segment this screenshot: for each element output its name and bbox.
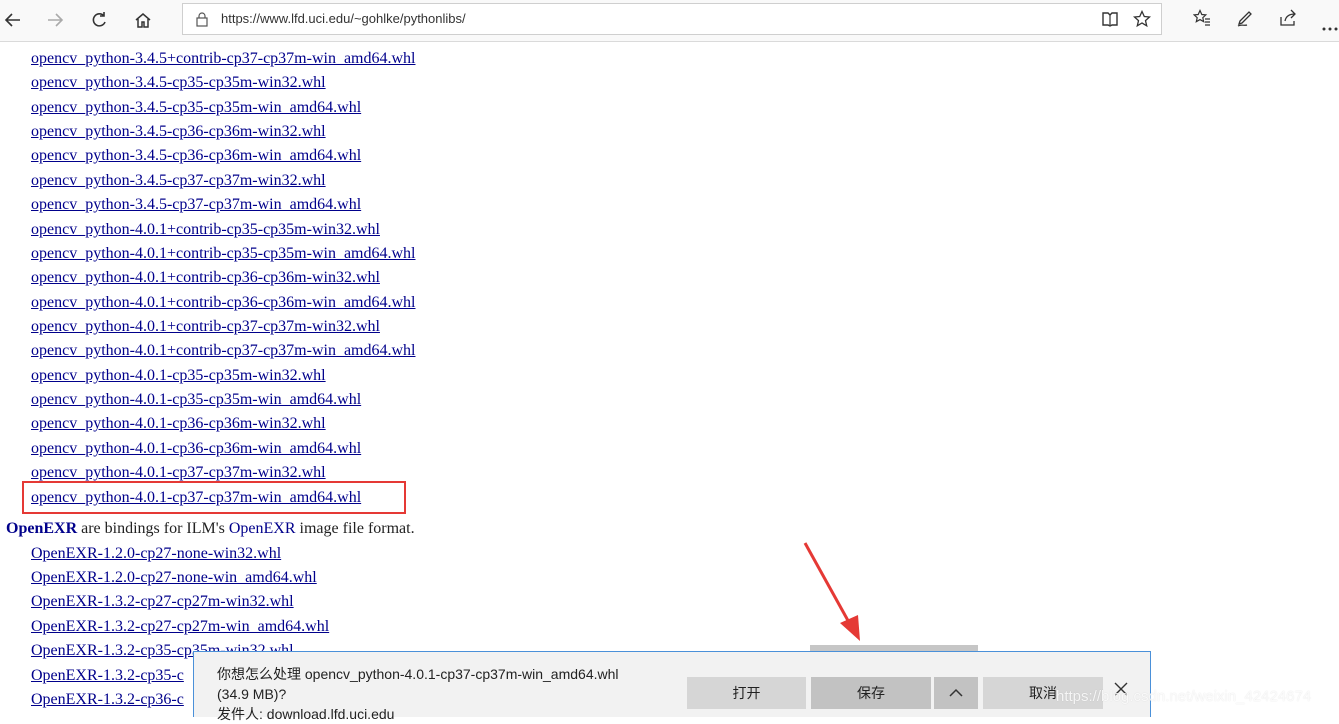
list-item[interactable]: opencv_python-4.0.1+contrib-cp36-cp36m-w… [31, 269, 380, 287]
list-item[interactable]: opencv_python-3.4.5-cp35-cp35m-win_amd64… [31, 99, 361, 117]
lock-icon [194, 11, 210, 32]
watermark: https://blog.csdn.net/weixin_42424674 [1056, 688, 1312, 705]
download-size: (34.9 MB)? [217, 686, 287, 702]
openexr-homepage-link[interactable]: OpenEXR [229, 520, 296, 537]
list-item[interactable]: opencv_python-4.0.1-cp35-cp35m-win32.whl [31, 367, 326, 385]
list-item[interactable]: opencv_python-3.4.5-cp36-cp36m-win32.whl [31, 123, 326, 141]
list-item[interactable]: OpenEXR-1.3.2-cp27-cp27m-win_amd64.whl [31, 618, 329, 636]
list-item[interactable]: OpenEXR-1.3.2-cp36-c [31, 691, 184, 709]
back-icon[interactable] [0, 8, 26, 32]
reading-view-icon[interactable] [1101, 10, 1119, 33]
openexr-text-1: are bindings for ILM's [77, 520, 229, 537]
openexr-title-link[interactable]: OpenEXR [6, 520, 77, 537]
list-item[interactable]: opencv_python-4.0.1-cp37-cp37m-win32.whl [31, 464, 326, 482]
openexr-text-2: image file format. [295, 520, 415, 537]
list-item[interactable]: opencv_python-4.0.1+contrib-cp35-cp35m-w… [31, 221, 380, 239]
address-bar[interactable]: https://www.lfd.uci.edu/~gohlke/pythonli… [182, 3, 1162, 35]
openexr-description: OpenEXR are bindings for ILM's OpenEXR i… [6, 520, 415, 538]
list-item[interactable]: OpenEXR-1.2.0-cp27-none-win_amd64.whl [31, 569, 317, 587]
download-prompt: 你想怎么处理 opencv_python-4.0.1-cp37-cp37m-wi… [217, 664, 619, 724]
page-content: opencv_python-3.4.5+contrib-cp37-cp37m-w… [0, 42, 1339, 717]
highlight-box [22, 481, 406, 514]
list-item[interactable]: opencv_python-4.0.1+contrib-cp37-cp37m-w… [31, 318, 380, 336]
list-item[interactable]: OpenEXR-1.2.0-cp27-none-win32.whl [31, 545, 281, 563]
pen-icon[interactable] [1236, 9, 1254, 32]
list-item[interactable]: opencv_python-3.4.5-cp36-cp36m-win_amd64… [31, 147, 361, 165]
list-item[interactable]: opencv_python-3.4.5+contrib-cp37-cp37m-w… [31, 50, 416, 68]
download-question: 你想怎么处理 opencv_python-4.0.1-cp37-cp37m-wi… [217, 666, 619, 682]
list-item[interactable]: OpenEXR-1.3.2-cp35-c [31, 667, 184, 685]
refresh-icon[interactable] [86, 8, 112, 32]
list-item[interactable]: OpenEXR-1.3.2-cp27-cp27m-win32.whl [31, 593, 294, 611]
chevron-up-icon [949, 688, 963, 697]
favorite-star-icon[interactable] [1132, 9, 1152, 33]
download-notification-bar: 你想怎么处理 opencv_python-4.0.1-cp37-cp37m-wi… [193, 651, 1151, 722]
save-button[interactable]: 保存 [811, 677, 931, 709]
list-item[interactable]: opencv_python-3.4.5-cp37-cp37m-win32.whl [31, 172, 326, 190]
browser-toolbar: https://www.lfd.uci.edu/~gohlke/pythonli… [0, 0, 1339, 42]
list-item[interactable]: opencv_python-4.0.1-cp36-cp36m-win_amd64… [31, 440, 361, 458]
list-item[interactable]: opencv_python-3.4.5-cp37-cp37m-win_amd64… [31, 196, 361, 214]
save-options-button[interactable] [934, 677, 978, 709]
list-item[interactable]: opencv_python-4.0.1-cp35-cp35m-win_amd64… [31, 391, 361, 409]
forward-icon[interactable] [42, 8, 68, 32]
list-item[interactable]: opencv_python-4.0.1+contrib-cp37-cp37m-w… [31, 342, 416, 360]
url-text[interactable]: https://www.lfd.uci.edu/~gohlke/pythonli… [221, 11, 466, 26]
home-icon[interactable] [130, 8, 156, 32]
share-icon[interactable] [1279, 9, 1297, 32]
more-icon[interactable] [1320, 18, 1339, 31]
list-item[interactable]: opencv_python-4.0.1+contrib-cp35-cp35m-w… [31, 245, 416, 263]
list-item[interactable]: opencv_python-4.0.1-cp36-cp36m-win32.whl [31, 415, 326, 433]
list-item[interactable]: opencv_python-4.0.1+contrib-cp36-cp36m-w… [31, 294, 416, 312]
list-item[interactable]: opencv_python-3.4.5-cp35-cp35m-win32.whl [31, 74, 326, 92]
download-source: 发件人: download.lfd.uci.edu [217, 706, 395, 722]
open-button[interactable]: 打开 [687, 677, 806, 709]
favorites-list-icon[interactable] [1192, 9, 1211, 32]
